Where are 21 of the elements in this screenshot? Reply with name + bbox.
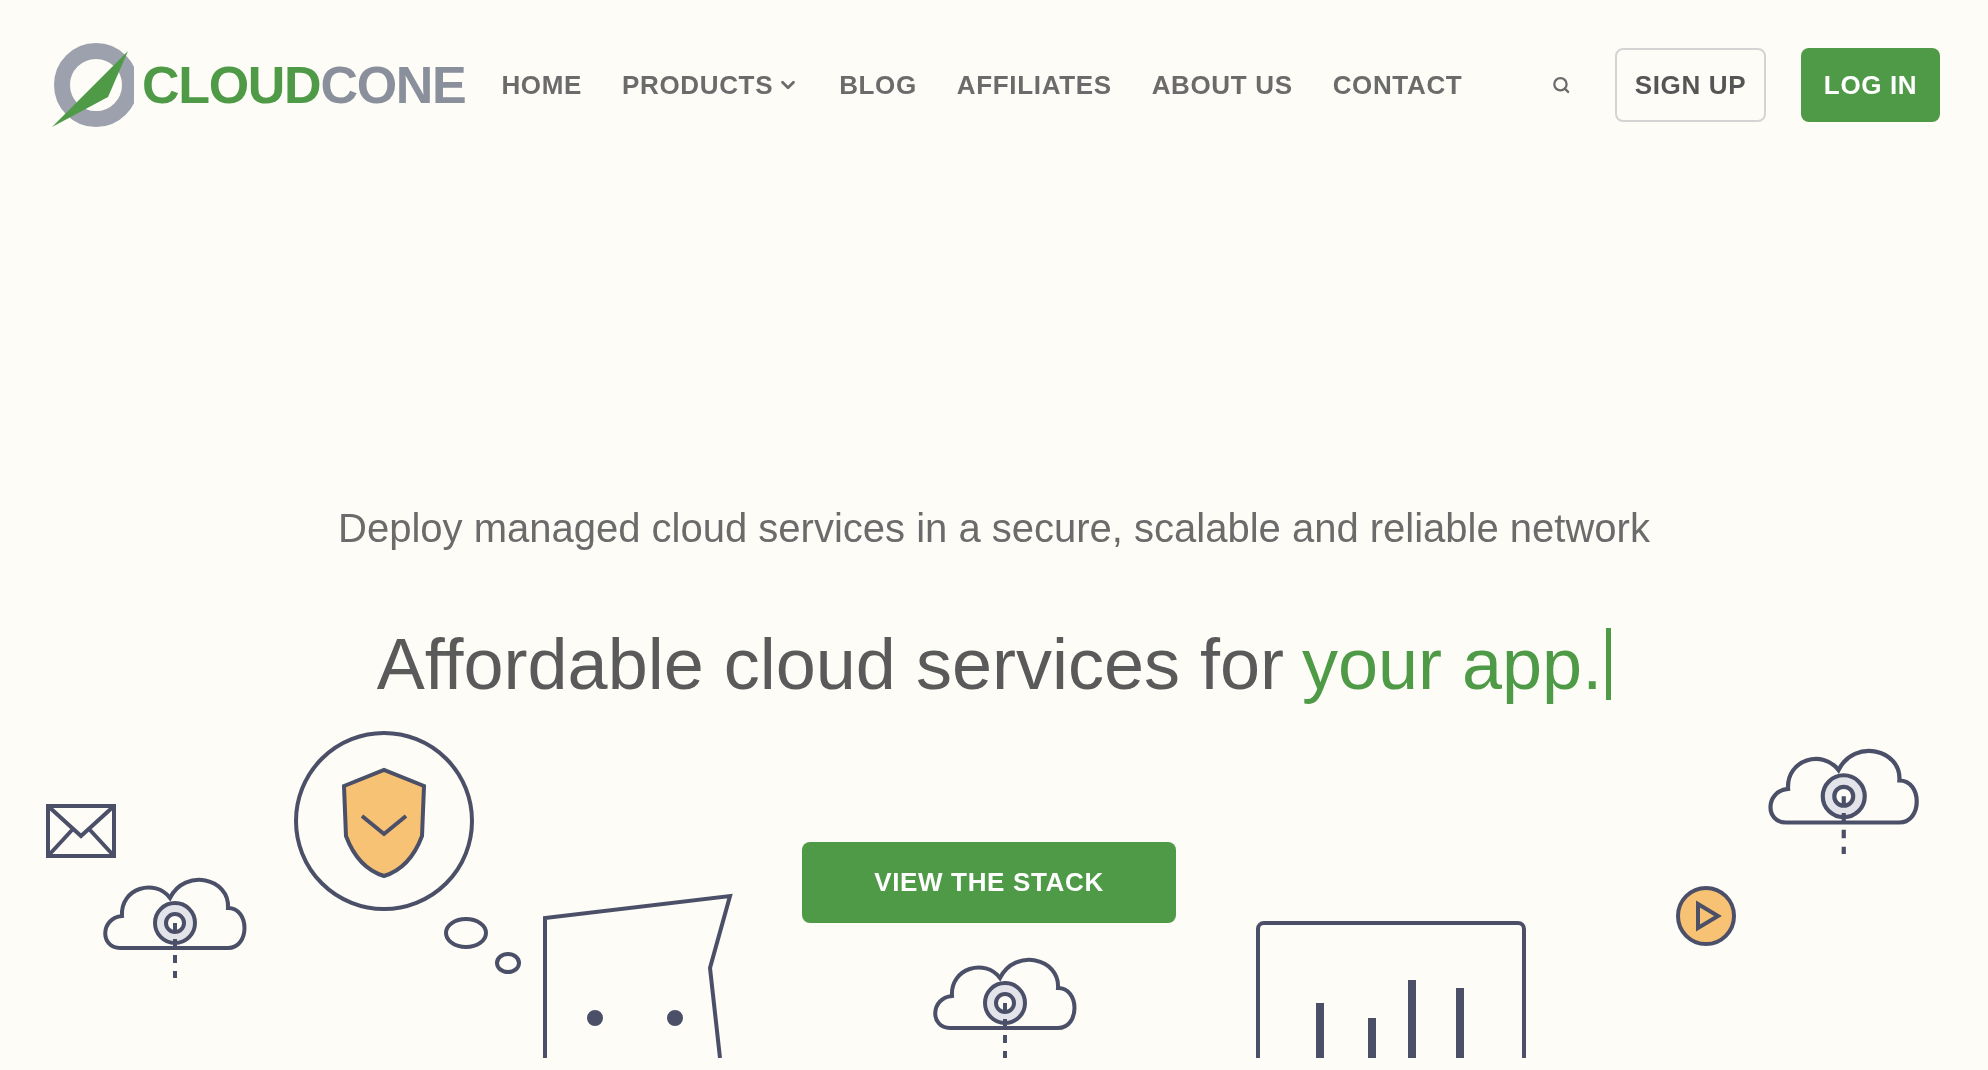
nav-link[interactable]: BLOG <box>839 65 917 105</box>
nav-link[interactable]: AFFILIATES <box>956 65 1112 105</box>
play-button-icon <box>1676 886 1736 946</box>
nav-link[interactable]: CONTACT <box>1332 65 1463 105</box>
log-in-button[interactable]: LOG IN <box>1801 48 1940 122</box>
nav-link[interactable]: PRODUCTS <box>622 65 800 105</box>
cloud-icon <box>933 957 1077 1058</box>
view-the-stack-button[interactable]: VIEW THE STACK <box>802 842 1176 923</box>
hero-subtitle: Deploy managed cloud services in a secure, scalable and reliable network <box>338 505 1650 552</box>
nav-link[interactable]: HOME <box>501 65 583 105</box>
cloud-icon <box>1768 748 1919 854</box>
hero-highlight: your app. <box>1301 623 1603 706</box>
chart-monitor-icon <box>1256 921 1526 1058</box>
cloudcone-logo[interactable]: CLOUDCONE <box>48 37 466 133</box>
logo-text: CLOUDCONE <box>142 59 466 111</box>
cloud-icon <box>103 877 247 978</box>
hero-headline: Affordable cloud services for <box>376 623 1284 706</box>
nav-link[interactable]: ABOUT US <box>1151 65 1293 105</box>
envelope-icon <box>46 804 116 858</box>
shield-bubble-icon <box>294 731 474 911</box>
sign-up-button[interactable]: SIGN UP <box>1614 48 1767 122</box>
